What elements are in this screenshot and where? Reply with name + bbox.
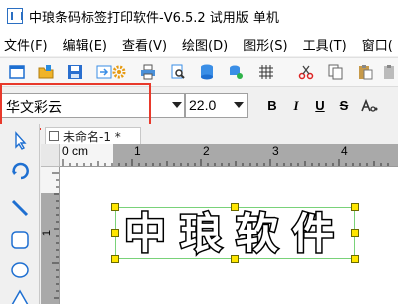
print-preview-icon[interactable] <box>170 64 186 80</box>
title-bar: 中琅条码标签打印软件-V6.5.2 试用版 单机 <box>0 0 398 32</box>
underline-button[interactable]: U <box>310 97 330 115</box>
ruler-corner <box>41 144 60 167</box>
new-document-icon[interactable] <box>9 64 25 80</box>
design-canvas[interactable]: 中琅软件 <box>60 167 398 304</box>
menu-bar: 文件(F) 编辑(E) 查看(V) 绘图(D) 图形(S) 工具(T) 窗口( <box>0 32 398 56</box>
strikethrough-button[interactable]: S <box>334 97 354 115</box>
resize-handle-bottom-left[interactable] <box>111 255 119 263</box>
ruler-mark-1: 1 <box>134 144 141 158</box>
menu-file[interactable]: 文件(F) <box>0 35 48 54</box>
rotate-tool-icon[interactable] <box>9 160 31 182</box>
resize-handle-left[interactable] <box>111 229 119 237</box>
bold-button[interactable]: B <box>262 97 282 115</box>
document-tab-label: 未命名-1 * <box>63 130 121 144</box>
resize-handle-bottom[interactable] <box>231 255 239 263</box>
italic-button[interactable]: I <box>286 97 306 115</box>
grid-icon[interactable] <box>258 64 274 80</box>
menu-edit[interactable]: 编辑(E) <box>59 35 107 54</box>
resize-handle-top-left[interactable] <box>111 203 119 211</box>
window-title: 中琅条码标签打印软件-V6.5.2 试用版 单机 <box>29 10 279 26</box>
text-spacing-icon[interactable] <box>360 99 378 113</box>
export-icon[interactable] <box>96 64 112 80</box>
font-select-highlight <box>0 83 151 130</box>
print-icon[interactable] <box>140 64 156 80</box>
save-icon[interactable] <box>67 64 83 80</box>
resize-handle-top-right[interactable] <box>351 203 359 211</box>
polygon-tool-icon[interactable] <box>9 287 31 304</box>
resize-handle-right[interactable] <box>351 229 359 237</box>
chevron-down-icon[interactable] <box>230 94 247 117</box>
horizontal-ruler: 0 cm 1 2 3 4 <box>60 144 398 167</box>
menu-draw[interactable]: 绘图(D) <box>178 35 228 54</box>
drawing-tools-panel <box>0 124 40 304</box>
database-settings-icon[interactable] <box>228 64 244 80</box>
app-logo-icon <box>7 8 23 24</box>
resize-handle-top[interactable] <box>231 203 239 211</box>
menu-window[interactable]: 窗口( <box>358 35 393 54</box>
document-tab[interactable]: 未命名-1 * <box>45 127 141 144</box>
copy-icon[interactable] <box>328 64 344 80</box>
ruler-mark-2: 2 <box>203 144 210 158</box>
rounded-rectangle-tool-icon[interactable] <box>9 229 31 251</box>
ruler-unit-label: 0 cm <box>62 144 89 158</box>
database-icon[interactable] <box>199 64 215 80</box>
menu-tools[interactable]: 工具(T) <box>299 35 347 54</box>
open-folder-icon[interactable] <box>38 64 54 80</box>
document-tab-strip: 未命名-1 * <box>41 124 398 144</box>
text-object[interactable]: 中琅软件 <box>115 207 355 260</box>
paste-icon[interactable] <box>357 64 373 80</box>
ruler-mark-3: 3 <box>272 144 279 158</box>
paste-special-icon[interactable] <box>382 64 398 80</box>
resize-handle-bottom-right[interactable] <box>351 255 359 263</box>
font-size-value: 22.0 <box>189 97 217 113</box>
font-size-select[interactable]: 22.0 <box>185 93 248 118</box>
settings-gear-icon[interactable] <box>111 64 127 80</box>
vertical-ruler: 1 <box>41 167 60 304</box>
tab-checkbox[interactable] <box>49 131 59 141</box>
text-object-content: 中琅软件 <box>122 208 348 260</box>
menu-shape[interactable]: 图形(S) <box>239 35 287 54</box>
ruler-ticks <box>52 172 59 299</box>
label-page[interactable]: 中琅软件 <box>60 167 398 304</box>
menu-view[interactable]: 查看(V) <box>118 35 167 54</box>
line-tool-icon[interactable] <box>9 197 31 219</box>
ellipse-tool-icon[interactable] <box>9 259 31 281</box>
select-pointer-icon[interactable] <box>9 130 31 152</box>
cut-icon[interactable] <box>298 64 314 80</box>
ruler-mark-4: 4 <box>341 144 348 158</box>
ruler-ticks <box>62 159 389 166</box>
chevron-down-icon[interactable] <box>168 94 185 117</box>
